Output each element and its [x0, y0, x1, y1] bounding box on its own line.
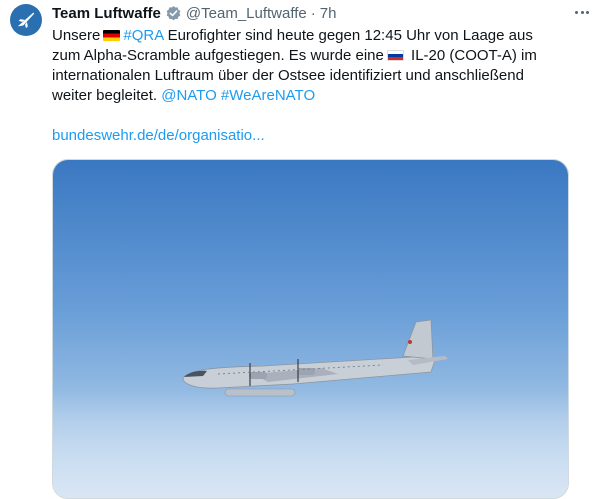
verified-badge-icon [166, 5, 181, 20]
tweet-image[interactable] [52, 159, 569, 499]
avatar[interactable] [10, 4, 42, 36]
tweet-content: Team Luftwaffe @Team_Luftwaffe · 7h Unse… [52, 2, 582, 146]
author-name[interactable]: Team Luftwaffe [52, 5, 161, 22]
author-handle[interactable]: @Team_Luftwaffe [186, 5, 307, 22]
jet-icon [17, 12, 35, 29]
timestamp[interactable]: 7h [320, 5, 337, 22]
hashtag-wearenato[interactable]: #WeAreNATO [221, 87, 315, 104]
article-link[interactable]: bundeswehr.de/de/organisatio... [52, 126, 582, 146]
germany-flag-icon [103, 30, 121, 41]
tweet-header: Team Luftwaffe @Team_Luftwaffe · 7h [52, 2, 582, 24]
more-dot-icon [580, 10, 584, 14]
aircraft-photo [53, 160, 568, 498]
hashtag-qra[interactable]: #QRA [123, 27, 163, 44]
more-options-button[interactable] [575, 4, 589, 20]
more-dot-icon [586, 10, 589, 14]
separator-dot: · [310, 4, 316, 22]
text-part-1: Unsere [52, 27, 101, 44]
russia-flag-icon [386, 50, 404, 61]
tweet-text: Unsere #QRA Eurofighter sind heute gegen … [52, 26, 562, 106]
tweet-card[interactable]: Team Luftwaffe @Team_Luftwaffe · 7h Unse… [0, 0, 607, 499]
mention-nato[interactable]: @NATO [161, 87, 217, 104]
more-dot-icon [575, 10, 578, 14]
